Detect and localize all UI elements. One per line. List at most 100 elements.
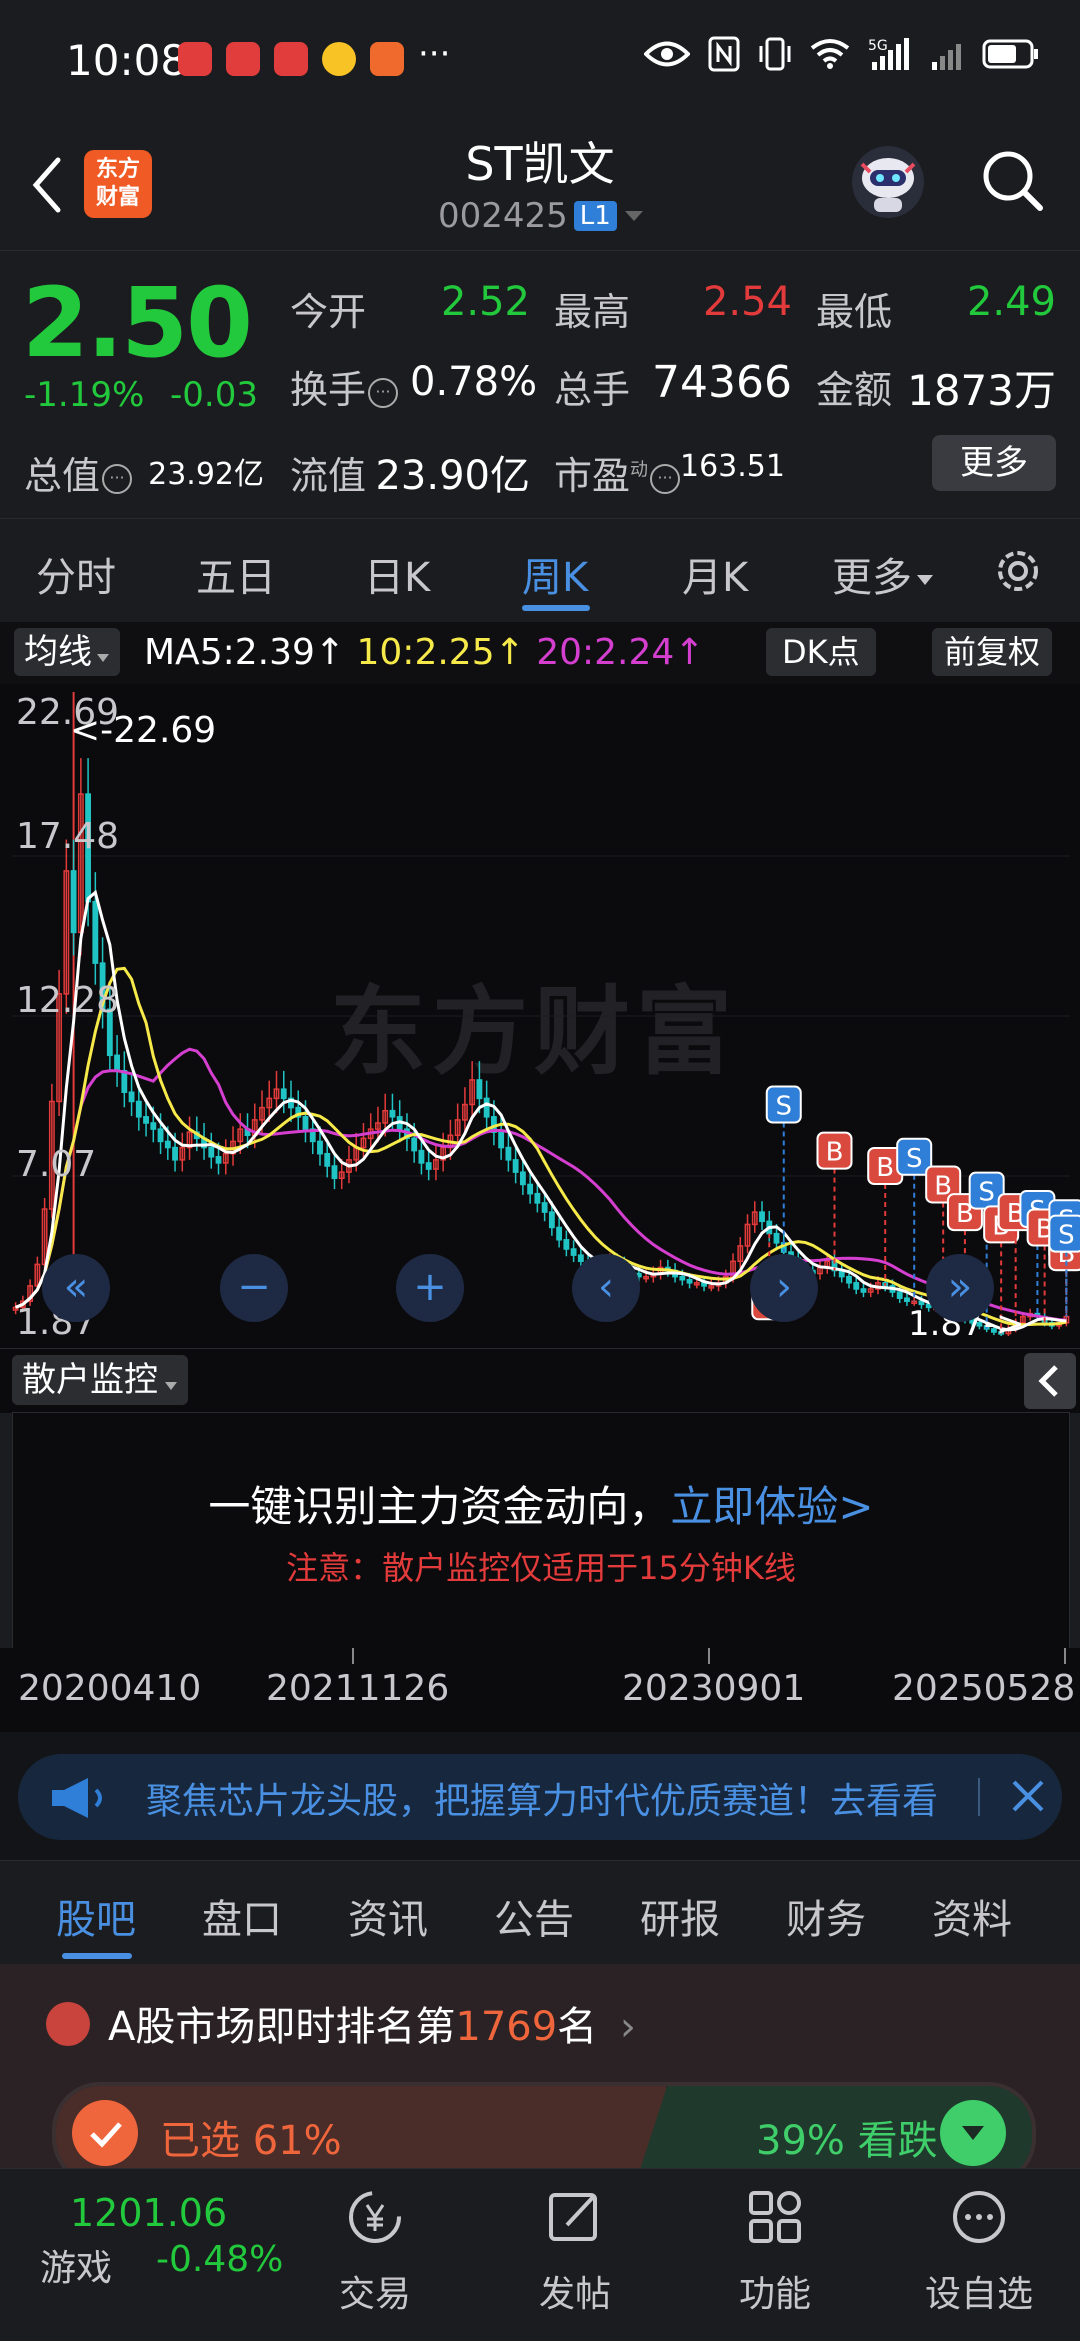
- tab-weekly-k[interactable]: 周K: [522, 545, 588, 603]
- more-notifications-icon: ···: [418, 34, 451, 74]
- candle-body: [411, 1137, 418, 1152]
- ma-selector[interactable]: 均线: [14, 628, 120, 676]
- candle-body: [157, 1128, 164, 1143]
- zoom-in-button[interactable]: +: [396, 1254, 464, 1322]
- indicator-row: 均线 MA5:2.39↑ 10:2.25↑ 20:2.24↑ DK点 前复权: [0, 622, 1080, 684]
- change-amount: -0.03: [170, 375, 258, 415]
- tab-announcements[interactable]: 公告: [494, 1887, 574, 1945]
- robot-assistant-icon[interactable]: [848, 142, 928, 222]
- candle-body: [280, 1088, 287, 1100]
- eye-icon: [644, 41, 690, 67]
- market-ranking[interactable]: A股市场即时排名第1769名 ›: [108, 1994, 636, 2052]
- battery-icon: [982, 39, 1038, 69]
- candle-body: [853, 1282, 860, 1290]
- retail-monitor-label: 散户监控: [22, 1360, 158, 1400]
- candle-body: [860, 1288, 867, 1293]
- candle-body: [331, 1165, 338, 1180]
- candle-body: [846, 1275, 852, 1284]
- tab-monthly-k[interactable]: 月K: [682, 545, 748, 603]
- date-label: 20200410: [18, 1668, 202, 1709]
- candle-body: [389, 1109, 396, 1118]
- tab-guba[interactable]: 股吧: [56, 1887, 136, 1945]
- nav-trade[interactable]: 交易: [300, 2169, 450, 2341]
- scroll-left-button[interactable]: ‹: [572, 1254, 640, 1322]
- candle-body: [114, 1054, 120, 1072]
- turnover-value: 0.78%: [410, 359, 538, 405]
- candle-body: [498, 1131, 505, 1149]
- tab-research[interactable]: 研报: [640, 1887, 720, 1945]
- gear-icon[interactable]: [990, 543, 1046, 599]
- check-icon: [72, 2100, 138, 2166]
- date-tick: [708, 1648, 710, 1664]
- pe-dynamic-mark: 动: [630, 459, 649, 481]
- stock-code-selector[interactable]: 002425 L1: [438, 196, 645, 236]
- retail-monitor-panel: 一键识别主力资金动向，立即体验> 注意：散户监控仅适用于15分钟K线: [12, 1412, 1070, 1650]
- candle-body: [527, 1183, 534, 1195]
- volume-label: 总手: [554, 368, 631, 412]
- float-cap-label: 流值: [290, 454, 367, 498]
- edit-post-icon: [549, 2193, 597, 2241]
- candle-body: [505, 1146, 512, 1161]
- info-icon[interactable]: ···: [102, 463, 133, 494]
- pe-value: 163.51: [680, 449, 785, 484]
- status-time: 10:08: [66, 36, 188, 85]
- y-tick-label: 12.28: [16, 980, 120, 1021]
- nav-add-watchlist[interactable]: 设自选: [904, 2169, 1054, 2341]
- dk-signal-toggle[interactable]: DK点: [766, 628, 876, 676]
- nav-post[interactable]: 发帖: [500, 2169, 650, 2341]
- zoom-last-button[interactable]: »: [926, 1254, 994, 1322]
- tab-more[interactable]: 更多: [832, 545, 934, 603]
- stock-code: 002425: [438, 196, 568, 236]
- weekly-k-chart[interactable]: 东方财富 SBBSBBSBBSBSBBBBSB 22.69 17.48 12.2…: [0, 684, 1080, 1348]
- nfc-icon: [708, 36, 740, 72]
- info-icon[interactable]: ···: [368, 377, 399, 408]
- tab-intraday[interactable]: 分时: [36, 545, 116, 603]
- candle-body: [476, 1079, 483, 1100]
- candle-body: [570, 1248, 577, 1256]
- tab-five-day[interactable]: 五日: [196, 545, 276, 603]
- retail-promo-text: 一键识别主力资金动向，: [208, 1482, 671, 1531]
- try-now-link[interactable]: 立即体验>: [670, 1482, 873, 1531]
- zoom-first-button[interactable]: «: [42, 1254, 110, 1322]
- promo-banner[interactable]: 聚焦芯片龙头股，把握算力时代优质赛道！去看看: [18, 1754, 1062, 1840]
- adjustment-toggle[interactable]: 前复权: [932, 628, 1053, 676]
- nav-functions[interactable]: 功能: [700, 2169, 850, 2341]
- candle-body: [135, 1100, 142, 1118]
- candle-body: [92, 900, 99, 964]
- zoom-out-button[interactable]: −: [220, 1254, 288, 1322]
- candle-body: [215, 1156, 222, 1164]
- status-icons: 5G: [644, 36, 1040, 72]
- banner-divider: [978, 1778, 980, 1816]
- candle-body: [541, 1202, 548, 1213]
- more-quote-button[interactable]: 更多: [932, 435, 1056, 491]
- megaphone-icon: [52, 1778, 102, 1818]
- date-tick: [1064, 1648, 1066, 1664]
- date-label: 20250528: [892, 1668, 1076, 1709]
- sector-index-widget[interactable]: 1201.06 游戏 -0.48%: [0, 2169, 290, 2341]
- pe-label: 市盈动 ···: [554, 445, 681, 500]
- close-icon[interactable]: [1006, 1774, 1050, 1818]
- candle-body: [208, 1146, 215, 1158]
- signal-letter: S: [978, 1178, 995, 1208]
- info-icon[interactable]: ···: [650, 463, 681, 494]
- tab-order-book[interactable]: 盘口: [202, 1887, 282, 1945]
- caret-down-icon: [97, 654, 109, 662]
- tab-news[interactable]: 资讯: [348, 1887, 428, 1945]
- retail-monitor-promo: 一键识别主力资金动向，立即体验>: [13, 1473, 1069, 1534]
- scroll-right-button[interactable]: ›: [750, 1254, 818, 1322]
- collapse-panel-icon[interactable]: [1024, 1353, 1076, 1409]
- nav-trade-label: 交易: [338, 2274, 411, 2315]
- tab-daily-k[interactable]: 日K: [364, 545, 430, 603]
- down-triangle-icon[interactable]: [940, 2100, 1006, 2166]
- search-icon[interactable]: [978, 146, 1048, 216]
- notification-app-icon: [178, 42, 212, 76]
- signal-icon: [932, 44, 961, 70]
- candle-body: [128, 1091, 135, 1103]
- retail-monitor-selector[interactable]: 散户监控: [12, 1355, 188, 1405]
- notification-huawei-icon: [274, 42, 308, 76]
- candle-body: [577, 1254, 584, 1263]
- bull-vote-text: 已选 61%: [160, 2118, 342, 2164]
- nav-functions-label: 功能: [738, 2274, 811, 2315]
- tab-financials[interactable]: 财务: [786, 1887, 866, 1945]
- tab-profile[interactable]: 资料: [932, 1887, 1012, 1945]
